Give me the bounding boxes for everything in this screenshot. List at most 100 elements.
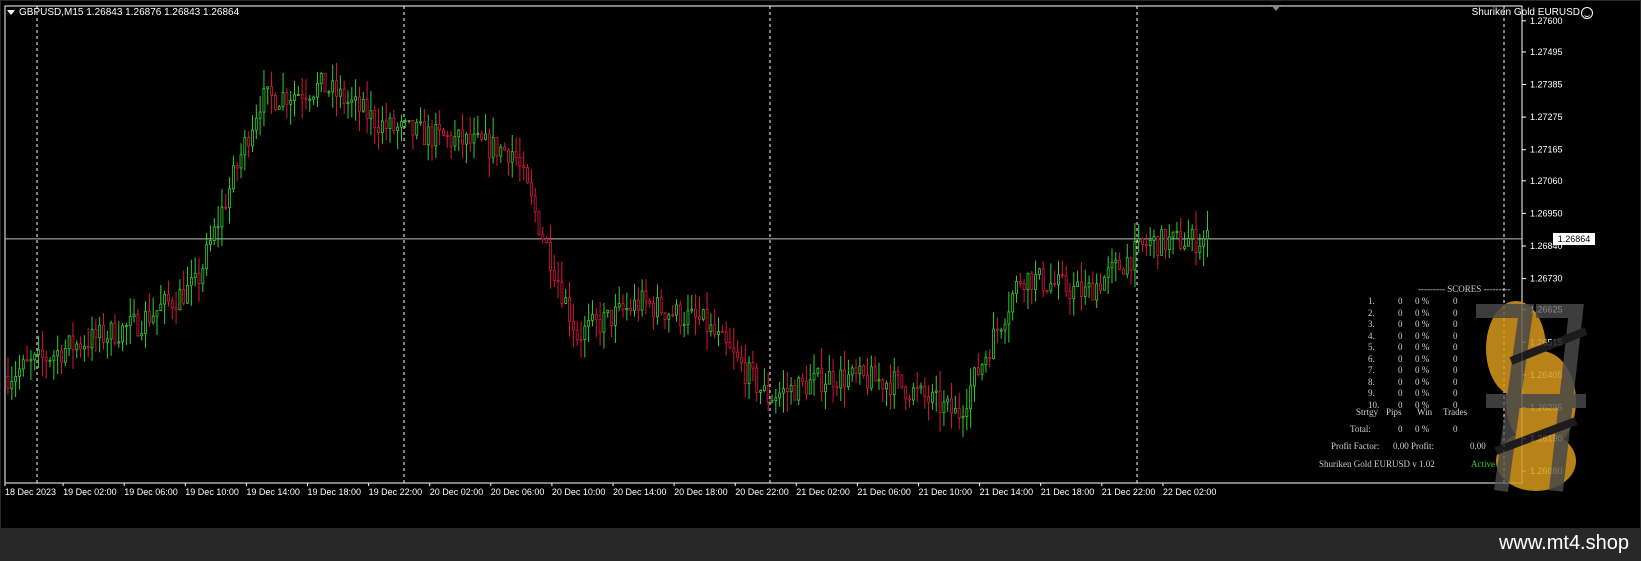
y-tick-label: 1.26950 <box>1530 208 1563 218</box>
candle-body <box>636 299 640 311</box>
candle-body <box>931 391 934 403</box>
candle-body <box>354 96 358 101</box>
candle-body <box>575 329 579 340</box>
candle-body <box>304 97 308 100</box>
candle-body <box>1007 311 1011 325</box>
score-trades: 0 <box>1453 353 1458 364</box>
candle-body <box>640 290 644 311</box>
candle-body <box>316 83 319 98</box>
score-pct: 0 % <box>1415 296 1430 306</box>
candle-body <box>1206 230 1209 240</box>
candle-body <box>239 154 243 169</box>
candle-body <box>976 367 980 375</box>
candle-body <box>1152 236 1156 241</box>
candle-body <box>820 368 824 393</box>
score-n: 9. <box>1368 388 1375 398</box>
candle-body <box>1164 228 1167 250</box>
candle-body <box>587 320 591 327</box>
candle-body <box>984 356 988 365</box>
candle-body <box>1141 238 1144 245</box>
candle-body <box>904 386 908 400</box>
candle-body <box>1026 272 1030 290</box>
y-tick-label: 1.27385 <box>1530 80 1563 90</box>
candle-body <box>766 385 770 403</box>
candle-body <box>411 120 415 136</box>
candle-body <box>300 94 304 99</box>
candle-body <box>258 111 262 119</box>
candle-body <box>426 126 430 146</box>
candle-body <box>308 98 312 101</box>
candle-body <box>415 122 419 136</box>
candle-body <box>468 133 472 144</box>
candle-body <box>736 351 740 358</box>
candle-body <box>1064 274 1068 292</box>
scores-total-row: Total: 0 0 % 0 <box>1350 424 1523 435</box>
candle-body <box>950 398 953 414</box>
scores-panel: --------- SCORES --------- 1. 0 0 % 0 2. 0 0 %… <box>1319 284 1573 499</box>
candle-body <box>380 120 384 134</box>
candle-body <box>224 206 228 209</box>
candle-body <box>507 149 510 163</box>
candle-body <box>434 124 438 147</box>
candle-body <box>1099 283 1102 291</box>
score-pct: 0 % <box>1415 365 1430 375</box>
candle-body <box>449 135 453 147</box>
chart-window[interactable]: 1.27600 1.27495 1.27385 1.27275 1.27165 1.270… <box>1 1 1640 528</box>
candle-body <box>953 407 957 414</box>
candle-body <box>541 233 545 240</box>
candle-body <box>262 88 266 113</box>
y-tick-label: 1.27165 <box>1530 145 1563 155</box>
score-row: 6. 0 0 % 0 <box>1368 353 1523 365</box>
candle-body <box>247 137 251 147</box>
x-tick-label: 20 Dec 14:00 <box>613 487 667 497</box>
candle-body <box>965 408 969 417</box>
candle-body <box>170 300 174 309</box>
candle-body <box>1167 236 1171 250</box>
score-trades: 0 <box>1453 296 1458 306</box>
chart-shift-icon[interactable] <box>1271 5 1281 11</box>
candle-body <box>1053 283 1057 285</box>
candle-body <box>159 303 163 311</box>
candle-body <box>869 366 873 389</box>
candle-body <box>667 314 671 320</box>
candle-body <box>1057 274 1060 285</box>
candle-body <box>797 377 801 401</box>
candle-body <box>33 354 37 361</box>
candle-body <box>6 375 10 390</box>
candle-body <box>549 242 552 271</box>
candle-body <box>117 341 121 344</box>
candle-body <box>163 294 167 305</box>
candle-body <box>583 325 587 340</box>
candle-body <box>484 133 487 140</box>
candle-body <box>438 124 442 131</box>
candle-body <box>1194 228 1198 253</box>
x-tick-label: 19 Dec 18:00 <box>308 487 362 497</box>
candle-body <box>251 129 254 147</box>
candle-body <box>961 416 965 419</box>
candle-body <box>625 307 629 311</box>
candle-body <box>98 324 102 339</box>
candle-body <box>56 350 60 357</box>
candle-body <box>461 129 464 145</box>
current-price-label: 1.26864 <box>1553 232 1595 245</box>
candle-body <box>747 362 751 385</box>
candle-body <box>556 280 560 283</box>
col-pips: Pips <box>1386 407 1402 417</box>
candle-body <box>491 137 495 159</box>
candle-body <box>79 343 82 350</box>
score-trades: 0 <box>1453 319 1458 329</box>
candle-body <box>296 94 300 96</box>
candle-body <box>342 88 346 105</box>
candle-body <box>713 324 717 335</box>
dropdown-triangle-icon[interactable] <box>7 9 15 15</box>
candle-body <box>720 330 724 333</box>
score-pct: 0 % <box>1415 376 1430 387</box>
candle-body <box>812 372 816 381</box>
candle-body <box>995 328 999 331</box>
score-pips: 0 <box>1398 376 1403 387</box>
candle-body <box>885 382 888 390</box>
candle-body <box>663 312 667 320</box>
candle-body <box>1049 283 1053 292</box>
total-label: Total: <box>1350 424 1371 434</box>
candle-body <box>613 306 617 326</box>
